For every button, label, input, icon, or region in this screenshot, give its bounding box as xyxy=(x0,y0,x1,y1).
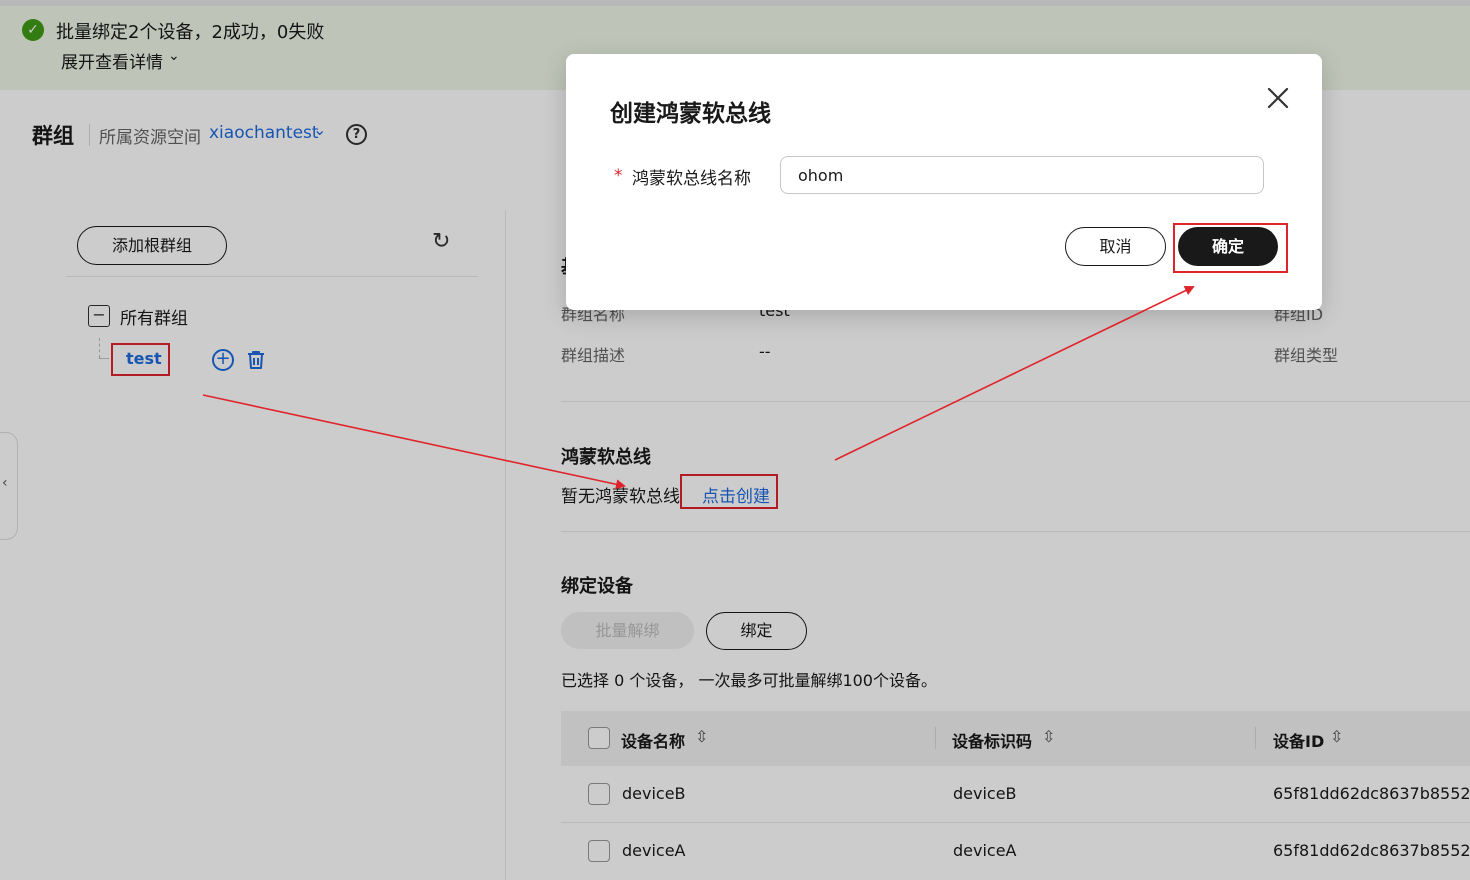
softbus-name-input[interactable] xyxy=(780,156,1264,194)
highlight-box-confirm xyxy=(1173,223,1288,273)
close-icon[interactable] xyxy=(1264,84,1292,112)
required-mark: * xyxy=(614,166,623,186)
dialog-title: 创建鸿蒙软总线 xyxy=(610,101,771,127)
softbus-name-label: 鸿蒙软总线名称 xyxy=(632,169,751,189)
cancel-button[interactable]: 取消 xyxy=(1065,227,1166,266)
